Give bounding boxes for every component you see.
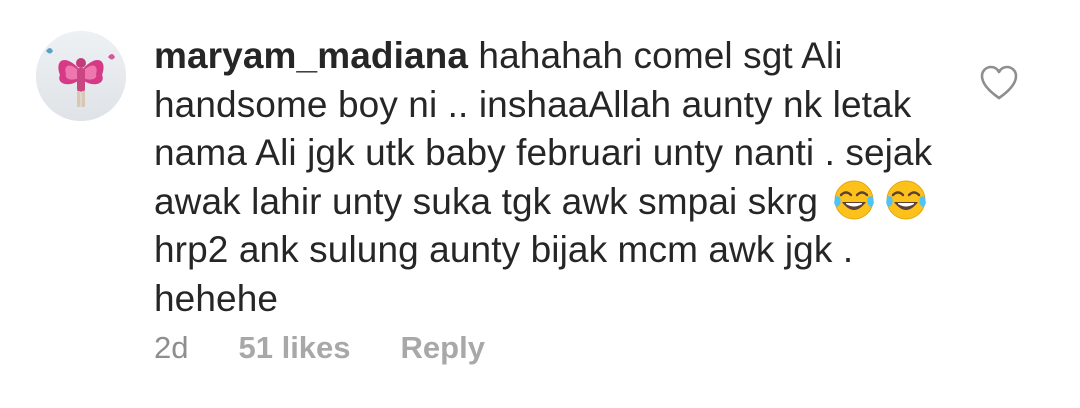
avatar-image bbox=[36, 31, 126, 121]
comment-item: maryam_madiana hahahah comel sgt Ali han… bbox=[0, 0, 1080, 408]
reply-button[interactable]: Reply bbox=[401, 330, 485, 366]
tears-of-joy-emoji-icon bbox=[832, 178, 876, 222]
comment-username[interactable]: maryam_madiana bbox=[154, 35, 468, 76]
comment-text-continued: hrp2 ank sulung aunty bijak mcm awk jgk … bbox=[154, 229, 854, 319]
comment-likes-count[interactable]: 51 likes bbox=[238, 330, 350, 366]
avatar[interactable] bbox=[36, 31, 126, 121]
comment-body: maryam_madiana hahahah comel sgt Ali han… bbox=[154, 32, 944, 323]
comment-meta: 2d 51 likes Reply bbox=[154, 328, 485, 368]
heart-icon[interactable] bbox=[980, 65, 1018, 101]
tears-of-joy-emoji-icon bbox=[884, 178, 928, 222]
comment-timestamp: 2d bbox=[154, 330, 189, 365]
